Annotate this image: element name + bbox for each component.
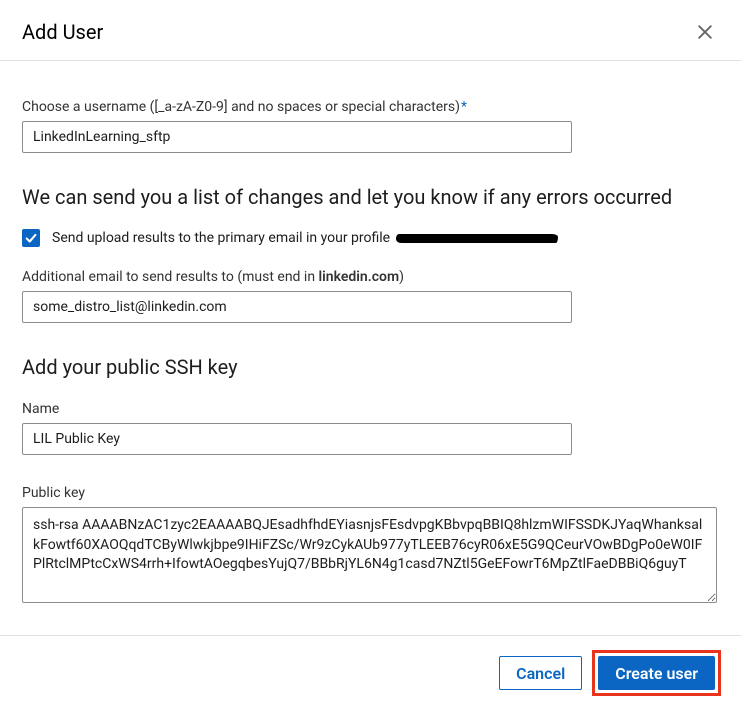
- send-results-label: Send upload results to the primary email…: [52, 230, 558, 246]
- send-results-checkbox[interactable]: [22, 229, 40, 247]
- ssh-key-textarea[interactable]: [22, 507, 717, 603]
- redacted-email: [396, 232, 558, 245]
- ssh-key-label: Public key: [22, 485, 719, 501]
- required-asterisk: *: [461, 99, 467, 115]
- additional-email-label-bold: linkedin.com: [319, 269, 400, 285]
- ssh-heading: Add your public SSH key: [22, 355, 719, 379]
- create-user-button[interactable]: Create user: [598, 656, 715, 690]
- dialog-footer: Cancel Create user: [0, 635, 741, 710]
- close-button[interactable]: [691, 18, 719, 46]
- create-user-highlight: Create user: [592, 650, 721, 696]
- username-input[interactable]: [22, 121, 572, 153]
- notify-heading: We can send you a list of changes and le…: [22, 185, 719, 209]
- dialog-body: Choose a username ([_a-zA-Z0-9] and no s…: [0, 61, 741, 635]
- dialog-header: Add User: [0, 0, 741, 61]
- cancel-button[interactable]: Cancel: [499, 656, 582, 690]
- checkmark-icon: [24, 231, 38, 245]
- additional-email-label-suffix: ): [399, 269, 404, 285]
- additional-email-input[interactable]: [22, 291, 572, 323]
- send-results-label-text: Send upload results to the primary email…: [52, 230, 390, 246]
- additional-email-label: Additional email to send results to (mus…: [22, 269, 719, 285]
- additional-email-label-prefix: Additional email to send results to (mus…: [22, 269, 319, 285]
- username-label-text: Choose a username ([_a-zA-Z0-9] and no s…: [22, 99, 460, 115]
- dialog-title: Add User: [22, 20, 103, 44]
- ssh-name-label: Name: [22, 401, 719, 417]
- ssh-name-input[interactable]: [22, 423, 572, 455]
- send-results-checkbox-row: Send upload results to the primary email…: [22, 229, 719, 247]
- close-icon: [695, 22, 715, 42]
- username-label: Choose a username ([_a-zA-Z0-9] and no s…: [22, 99, 719, 115]
